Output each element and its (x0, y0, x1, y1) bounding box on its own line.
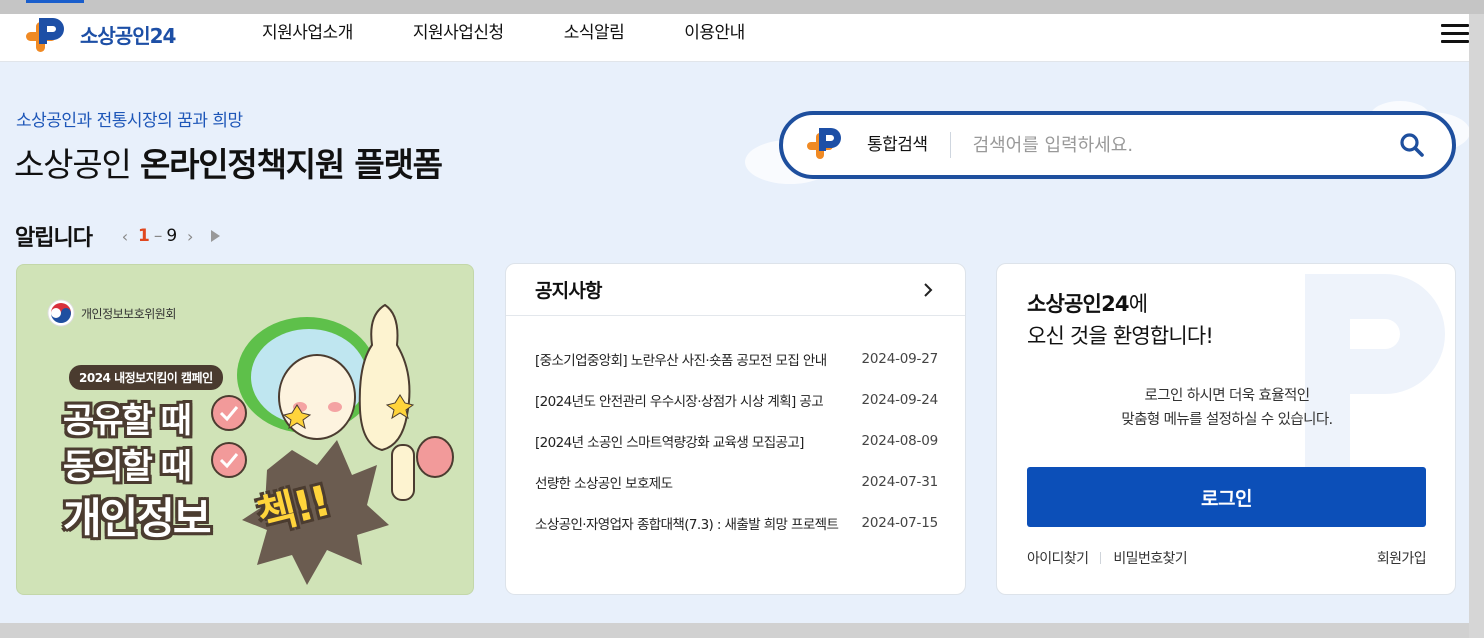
login-description: 로그인 하시면 더욱 효율적인 맞춤형 메뉴를 설정하실 수 있습니다. (997, 384, 1455, 432)
main-nav: 지원사업소개 지원사업신청 소식알림 이용안내 (262, 18, 805, 43)
banner-line-2: 동의할 때 (63, 447, 192, 487)
title-light: 소상공인 (14, 145, 140, 184)
menu-icon[interactable] (1441, 24, 1469, 46)
welcome-text: 소상공인24에 오신 것을 환영합니다! (1027, 288, 1214, 352)
notice-title: [2024년 소공인 스마트역량강화 교육생 모집공고] (535, 434, 804, 451)
banner-campaign: 2024 내정보지킴이 캠페인 (69, 365, 223, 390)
logo-icon (26, 18, 64, 52)
nav-support-apply[interactable]: 지원사업신청 (413, 18, 504, 43)
login-card: 소상공인24에 오신 것을 환영합니다! 로그인 하시면 더욱 효율적인 맞춤형… (996, 263, 1456, 595)
login-button[interactable]: 로그인 (1027, 467, 1426, 527)
banner-org: 개인정보보호위원회 (47, 299, 176, 327)
find-password-link[interactable]: 비밀번호찾기 (1113, 548, 1187, 568)
banner-line-1: 공유할 때 (63, 401, 192, 441)
list-item[interactable]: [2024년 소공인 스마트역량강화 교육생 모집공고] 2024-08-09 (535, 420, 938, 461)
notice-title: 소상공인·자영업자 종합대책(7.3) : 새출발 희망 프로젝트 (535, 516, 839, 533)
list-item[interactable]: 소상공인·자영업자 종합대책(7.3) : 새출발 희망 프로젝트 2024-07… (535, 502, 938, 543)
notice-card-header[interactable]: 공지사항 (506, 264, 965, 316)
list-item[interactable]: 선량한 소상공인 보호제도 2024-07-31 (535, 461, 938, 502)
page-title: 소상공인 온라인정책지원 플랫폼 (14, 138, 443, 186)
chevron-right-icon[interactable] (920, 282, 936, 298)
search-input[interactable] (972, 134, 1353, 156)
list-item[interactable]: [중소기업중앙회] 노란우산 사진·숏폼 공모전 모집 안내 2024-09-27 (535, 338, 938, 379)
nav-guide[interactable]: 이용안내 (684, 18, 745, 43)
pager-current: 1 (137, 226, 150, 246)
seal-icon (47, 299, 75, 327)
link-divider (1100, 552, 1102, 564)
account-links: 아이디찾기 비밀번호찾기 회원가입 (1027, 548, 1427, 568)
notice-date: 2024-07-15 (861, 514, 939, 531)
welcome-suffix: 에 (1128, 292, 1148, 316)
pager-separator: – (153, 226, 163, 246)
nav-news[interactable]: 소식알림 (564, 18, 625, 43)
nav-support-intro[interactable]: 지원사업소개 (262, 18, 353, 43)
list-item[interactable]: [2024년도 안전관리 우수시장·상점가 시상 계획] 공고 2024-09-2… (535, 379, 938, 420)
notice-date: 2024-09-24 (861, 391, 939, 408)
notice-list: [중소기업중앙회] 노란우산 사진·숏폼 공모전 모집 안내 2024-09-27… (506, 316, 965, 543)
notices-title: 알립니다 (15, 226, 93, 251)
hero-tagline: 소상공인과 전통시장의 꿈과 희망 (16, 111, 243, 131)
search-label: 통합검색 (867, 132, 951, 158)
notice-title: [2024년도 안전관리 우수시장·상점가 시상 계획] 공고 (535, 393, 824, 410)
notice-date: 2024-07-31 (861, 473, 939, 490)
banner-org-name: 개인정보보호위원회 (81, 306, 176, 321)
notice-date: 2024-09-27 (861, 350, 939, 367)
site-logo[interactable]: 소상공인24 (24, 14, 176, 54)
play-icon[interactable] (211, 230, 221, 242)
notice-card-title: 공지사항 (535, 280, 603, 302)
logo-text: 소상공인24 (80, 23, 176, 48)
page: 소상공인24 지원사업소개 지원사업신청 소식알림 이용안내 소상공인과 전통시… (0, 14, 1469, 623)
find-id-link[interactable]: 아이디찾기 (1027, 548, 1089, 568)
welcome-line-2: 오신 것을 환영합니다! (1027, 324, 1214, 348)
notice-title: 선량한 소상공인 보호제도 (535, 475, 673, 492)
browser-top-strip (0, 0, 1484, 14)
search-logo-icon (807, 128, 841, 159)
join-link[interactable]: 회원가입 (1377, 548, 1427, 568)
notice-title: [중소기업중앙회] 노란우산 사진·숏폼 공모전 모집 안내 (535, 352, 827, 369)
tab-indicator (26, 0, 84, 3)
next-icon[interactable]: › (181, 227, 199, 246)
site-header: 소상공인24 지원사업소개 지원사업신청 소식알림 이용안내 (0, 14, 1469, 62)
horizontal-scrollbar[interactable] (0, 623, 1469, 638)
notice-card: 공지사항 [중소기업중앙회] 노란우산 사진·숏폼 공모전 모집 안내 2024-… (505, 263, 966, 595)
search-bar: 통합검색 (779, 111, 1456, 179)
title-bold: 온라인정책지원 플랫폼 (139, 145, 443, 184)
banner-line-3: 개인정보 (63, 494, 212, 543)
notices-header: 알립니다 ‹ 1 – 9 › (15, 220, 221, 252)
notice-date: 2024-08-09 (861, 432, 939, 449)
pager-total: 9 (166, 226, 178, 246)
notices-pager: ‹ 1 – 9 › (116, 226, 221, 246)
logo-watermark-icon (1305, 274, 1445, 469)
promo-banner[interactable]: 개인정보보호위원회 2024 내정보지킴이 캠페인 공유할 때 동의할 때 개인… (16, 264, 474, 595)
vertical-scrollbar[interactable] (1469, 14, 1484, 638)
welcome-brand: 소상공인24 (1027, 292, 1130, 316)
search-icon[interactable] (1398, 131, 1426, 159)
desc-line-2: 맞춤형 메뉴를 설정하실 수 있습니다. (1121, 412, 1333, 428)
prev-icon[interactable]: ‹ (116, 227, 134, 246)
desc-line-1: 로그인 하시면 더욱 효율적인 (1144, 388, 1311, 404)
